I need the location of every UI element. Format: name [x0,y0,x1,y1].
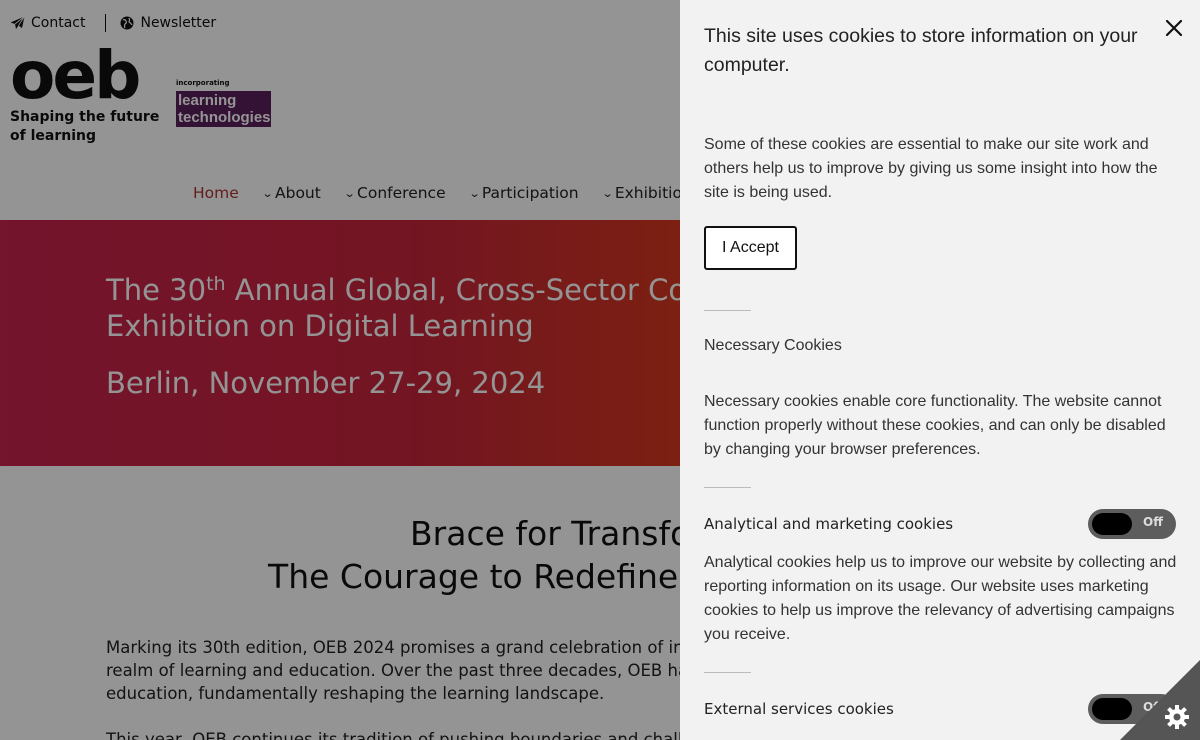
gear-icon [1165,705,1189,729]
toggle-state: Off [1143,515,1163,529]
close-icon [1165,19,1183,37]
section-divider [704,487,751,488]
external-cookies-title: External services cookies [704,700,894,718]
close-button[interactable] [1162,16,1186,40]
necessary-cookies-body: Necessary cookies enable core functional… [704,393,1166,458]
section-divider [704,310,751,311]
cookie-description: Some of these cookies are essential to m… [704,136,1158,201]
necessary-cookies-title: Necessary Cookies [704,337,842,354]
cookie-intro-text: This site uses cookies to store informat… [704,25,1138,76]
analytical-cookies-body: Analytical cookies help us to improve ou… [704,554,1177,643]
accept-button[interactable]: I Accept [704,226,797,270]
section-divider [704,672,751,673]
toggle-knob [1092,513,1132,535]
analytical-cookies-title: Analytical and marketing cookies [704,515,954,533]
cookie-consent-panel: This site uses cookies to store informat… [680,0,1200,740]
cookie-settings-button[interactable] [1120,660,1200,740]
analytical-cookies-toggle[interactable]: Off [1088,509,1176,539]
